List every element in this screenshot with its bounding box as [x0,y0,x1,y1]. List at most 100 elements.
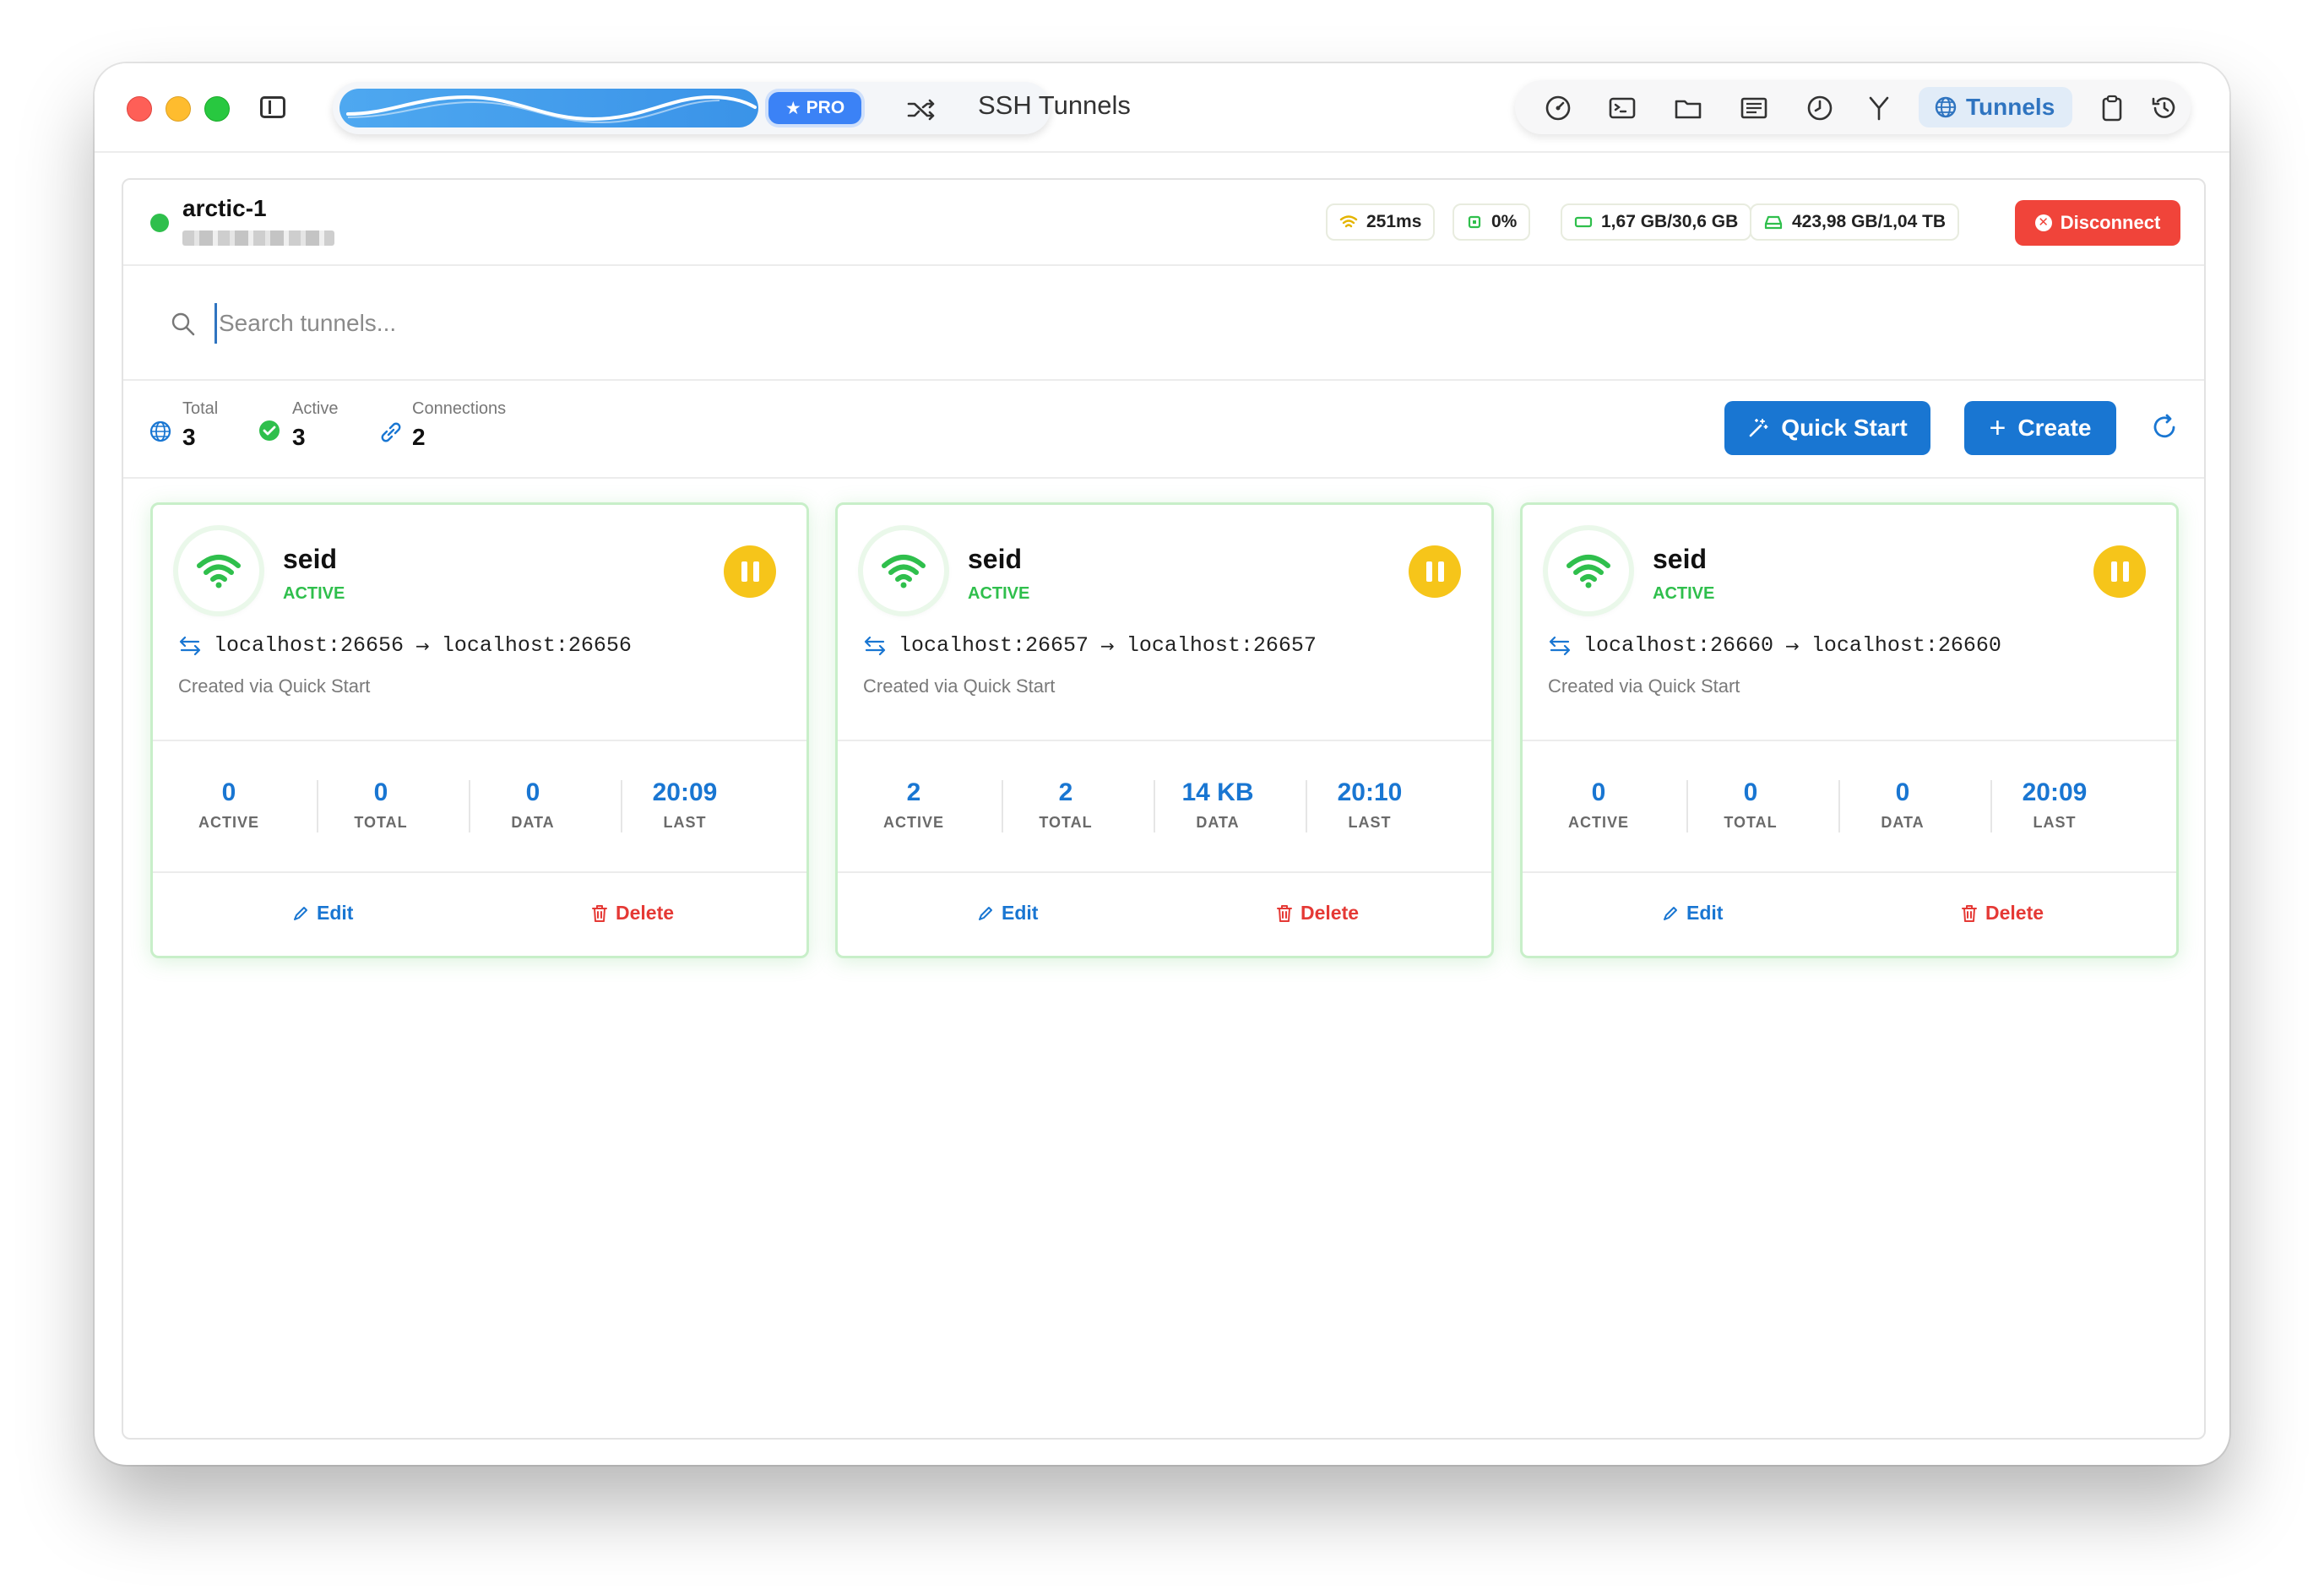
close-window-button[interactable] [127,96,152,122]
x-circle-icon: ✕ [2034,214,2052,231]
server-name: arctic-1 [182,195,267,221]
server-address-redacted [182,230,334,246]
tunnel-description: Created via Quick Start [178,675,371,697]
disk-metric: 423,98 GB/1,04 TB [1750,203,1960,241]
edit-button[interactable]: Edit [1661,902,1723,925]
stat-value: 0 [1895,778,1910,806]
globe-icon [149,420,171,442]
pause-button[interactable] [2093,545,2146,598]
search-input[interactable] [214,303,1234,344]
stat-value: 0 [525,778,540,806]
delete-label: Delete [1300,902,1360,924]
pause-icon-bar [752,561,759,582]
create-label: Create [2017,415,2092,441]
sidebar-toggle-icon[interactable] [260,96,285,118]
remote-endpoint: localhost:26660 [1811,633,2001,658]
edit-label: Edit [317,902,354,924]
stat-label: DATA [511,814,555,831]
dashboard-gauge-icon[interactable] [1544,94,1572,122]
minimize-window-button[interactable] [166,96,191,122]
network-fork-icon[interactable] [1865,94,1893,122]
tunnel-status: ACTIVE [1653,584,1715,603]
stat-label: ACTIVE [198,814,259,831]
memory-metric: 1,67 GB/30,6 GB [1561,203,1752,241]
memory-value: 1,67 GB/30,6 GB [1601,212,1739,231]
wifi-icon [1339,215,1358,228]
terminal-icon[interactable] [1608,94,1637,122]
tunnel-wifi-badge [1548,530,1629,611]
tunnel-stats: 0 ACTIVE 0 TOTAL 0 DATA 20:09 LAST [1523,740,2176,873]
stat-value: 2 [906,778,921,806]
stat-active: 0 ACTIVE [153,778,305,832]
edit-button[interactable]: Edit [291,902,353,925]
wave-icon [346,95,757,124]
trash-icon [1962,904,1977,922]
swap-arrows-icon [1549,636,1571,655]
activity-wave[interactable] [339,89,758,127]
stat-value: 14 KB [1181,778,1254,806]
edit-label: Edit [1686,902,1724,924]
shuffle-icon[interactable] [907,99,936,121]
hard-drive-icon [1764,215,1783,230]
trash-icon [592,904,607,922]
pause-button[interactable] [1409,545,1461,598]
stat-last: 20:10 LAST [1294,778,1446,832]
total-stat-value: 3 [182,424,196,450]
connection-pill-group: ★ PRO [333,82,1051,134]
connections-stat-label: Connections [412,399,507,418]
pro-badge[interactable]: ★ PRO [768,92,861,124]
wifi-icon [1567,555,1610,588]
swap-arrows-icon [179,636,201,655]
stat-label: DATA [1881,814,1925,831]
delete-button[interactable]: Delete [1960,902,2044,925]
tunnel-card: seid ACTIVE localhost:26656 → localhost:… [150,502,809,958]
tunnel-card: seid ACTIVE localhost:26660 → localhost:… [1520,502,2179,958]
quick-start-button[interactable]: Quick Start [1724,401,1930,455]
stat-label: TOTAL [354,814,408,831]
stat-value: 20:09 [652,778,718,806]
tab-tunnels[interactable]: Tunnels [1919,87,2072,127]
folder-icon[interactable] [1674,94,1702,122]
tunnel-name: seid [968,544,1023,574]
summary-bar: Total 3 Active 3 Connections 2 Quick Sta… [123,381,2204,479]
tunnel-status: ACTIVE [283,584,345,603]
local-endpoint: localhost:26660 [1583,633,1774,658]
pencil-icon [1664,906,1677,920]
globe-icon [1935,96,1957,118]
top-toolbar: Tunnels [1515,80,2191,134]
tunnel-wifi-badge [863,530,944,611]
disconnect-button[interactable]: ✕ Disconnect [2015,200,2180,246]
trash-icon [1277,904,1292,922]
stat-value: 0 [373,778,388,806]
title-bar: ★ PRO SSH Tunnels Tunnels [95,63,2229,153]
logs-list-icon[interactable] [1740,94,1768,122]
plus-icon: + [1989,412,2006,444]
wifi-icon [882,555,926,588]
delete-button[interactable]: Delete [1275,902,1359,925]
tunnel-stats: 0 ACTIVE 0 TOTAL 0 DATA 20:09 LAST [153,740,806,873]
zoom-window-button[interactable] [204,96,230,122]
latency-metric: 251ms [1326,203,1436,241]
refresh-icon[interactable] [2150,413,2179,442]
tunnel-name: seid [283,544,338,574]
stat-label: TOTAL [1039,814,1093,831]
create-button[interactable]: + Create [1964,401,2116,455]
latency-value: 251ms [1366,212,1422,231]
stat-data: 0 DATA [1827,778,1979,832]
stat-last: 20:09 LAST [1979,778,2131,832]
history-icon[interactable] [2150,94,2179,122]
active-stat-label: Active [292,399,339,418]
delete-button[interactable]: Delete [590,902,674,925]
clipboard-icon[interactable] [2098,94,2126,122]
tunnel-actions: Edit Delete [153,871,806,956]
pro-badge-label: PRO [806,98,845,117]
pause-button[interactable] [724,545,776,598]
pause-icon-bar [2110,561,2117,582]
edit-button[interactable]: Edit [976,902,1038,925]
search-bar [123,266,2204,381]
clock-icon[interactable] [1805,94,1834,122]
tunnel-card: seid ACTIVE localhost:26657 → localhost:… [835,502,1494,958]
link-icon [381,422,401,442]
connections-stat: Connections 2 [412,399,506,451]
connections-stat-value: 2 [412,424,426,450]
